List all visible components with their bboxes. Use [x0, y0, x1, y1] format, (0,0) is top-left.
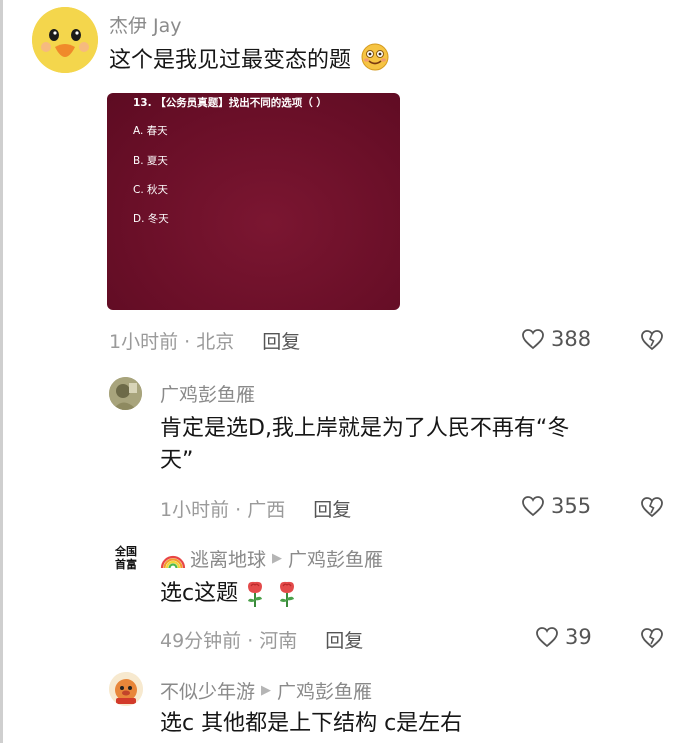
like-button[interactable]: 388 [521, 327, 591, 351]
comment-username[interactable]: 不似少年游 [160, 677, 255, 704]
triangle-right-icon: ▶ [272, 551, 283, 566]
comment-username[interactable]: 逃离地球 [190, 545, 266, 572]
broken-heart-icon [641, 628, 663, 649]
user-photo-icon [109, 377, 142, 410]
question-option-d: D. 冬天 [133, 213, 169, 225]
broken-heart-icon [641, 330, 663, 351]
reply-to-username[interactable]: 广鸡彭鱼雁 [288, 545, 383, 572]
avatar-cartoon[interactable] [109, 672, 143, 706]
dislike-button[interactable] [640, 329, 664, 355]
comment-time-location: 1小时前 · 广西 [160, 499, 286, 521]
reply-button[interactable]: 回复 [313, 495, 351, 522]
avatar-duck[interactable] [32, 7, 98, 73]
avatar-label: 全国首富 [115, 545, 137, 571]
comment-time-location: 1小时前 · 北京 [109, 331, 235, 353]
comment-text: 肯定是选D,我上岸就是为了人民不再有“冬 天” [160, 413, 670, 477]
cartoon-avatar-icon [109, 672, 143, 706]
dislike-button[interactable] [640, 627, 664, 653]
comment-text-body: 选c这题 [160, 581, 239, 606]
question-title: 13. 【公务员真题】找出不同的选项（ ） [133, 97, 327, 109]
like-count: 388 [551, 327, 592, 351]
like-count: 39 [565, 625, 592, 649]
rainbow-icon [160, 555, 186, 568]
question-option-a: A. 春天 [133, 125, 168, 137]
comment-text-line1: 肯定是选D,我上岸就是为了人民不再有“冬 [160, 416, 570, 441]
rose-emoji-icon [248, 581, 263, 607]
question-option-b: B. 夏天 [133, 155, 168, 167]
comment-text: 选c这题 [160, 578, 298, 610]
comment-username[interactable]: 广鸡彭鱼雁 [160, 380, 255, 407]
reply-button[interactable]: 回复 [262, 327, 300, 354]
triangle-right-icon: ▶ [261, 683, 272, 698]
heart-outline-icon [522, 329, 544, 350]
comment-username-line: 不似少年游 ▶ 广鸡彭鱼雁 [160, 677, 372, 704]
comment-meta: 1小时前 · 广西 回复 [160, 495, 351, 522]
comment-meta: 1小时前 · 北京 回复 [109, 327, 300, 354]
comment-text-line2: 天” [160, 447, 194, 473]
duck-avatar-icon [32, 7, 98, 73]
comment-text: 选c 其他都是上下结构 c是左右 [160, 711, 463, 736]
broken-heart-icon [641, 497, 663, 518]
comment-text-body: 这个是我见过最变态的题 [109, 48, 352, 73]
like-count: 355 [551, 494, 592, 518]
like-button[interactable]: 355 [521, 494, 591, 518]
comment-meta: 49分钟前 · 河南 回复 [160, 626, 363, 653]
comment-time-location: 49分钟前 · 河南 [160, 630, 298, 652]
heart-outline-icon [536, 627, 558, 648]
avatar-photo[interactable] [109, 377, 142, 410]
question-option-c: C. 秋天 [133, 184, 169, 196]
rose-emoji-icon [280, 581, 295, 607]
reply-button[interactable]: 回复 [325, 626, 363, 653]
smiling-face-emoji-icon [361, 43, 389, 71]
comment-text: 这个是我见过最变态的题 [109, 42, 390, 77]
dislike-button[interactable] [640, 496, 664, 522]
comment-username[interactable]: 杰伊 Jay [109, 11, 182, 38]
question-image[interactable]: 13. 【公务员真题】找出不同的选项（ ） A. 春天 B. 夏天 C. 秋天 … [107, 93, 400, 310]
reply-to-username[interactable]: 广鸡彭鱼雁 [277, 677, 372, 704]
heart-outline-icon [522, 496, 544, 517]
comment-username-line: 逃离地球 ▶ 广鸡彭鱼雁 [160, 545, 383, 572]
avatar-text[interactable]: 全国首富 [109, 541, 143, 575]
like-button[interactable]: 39 [535, 625, 592, 649]
